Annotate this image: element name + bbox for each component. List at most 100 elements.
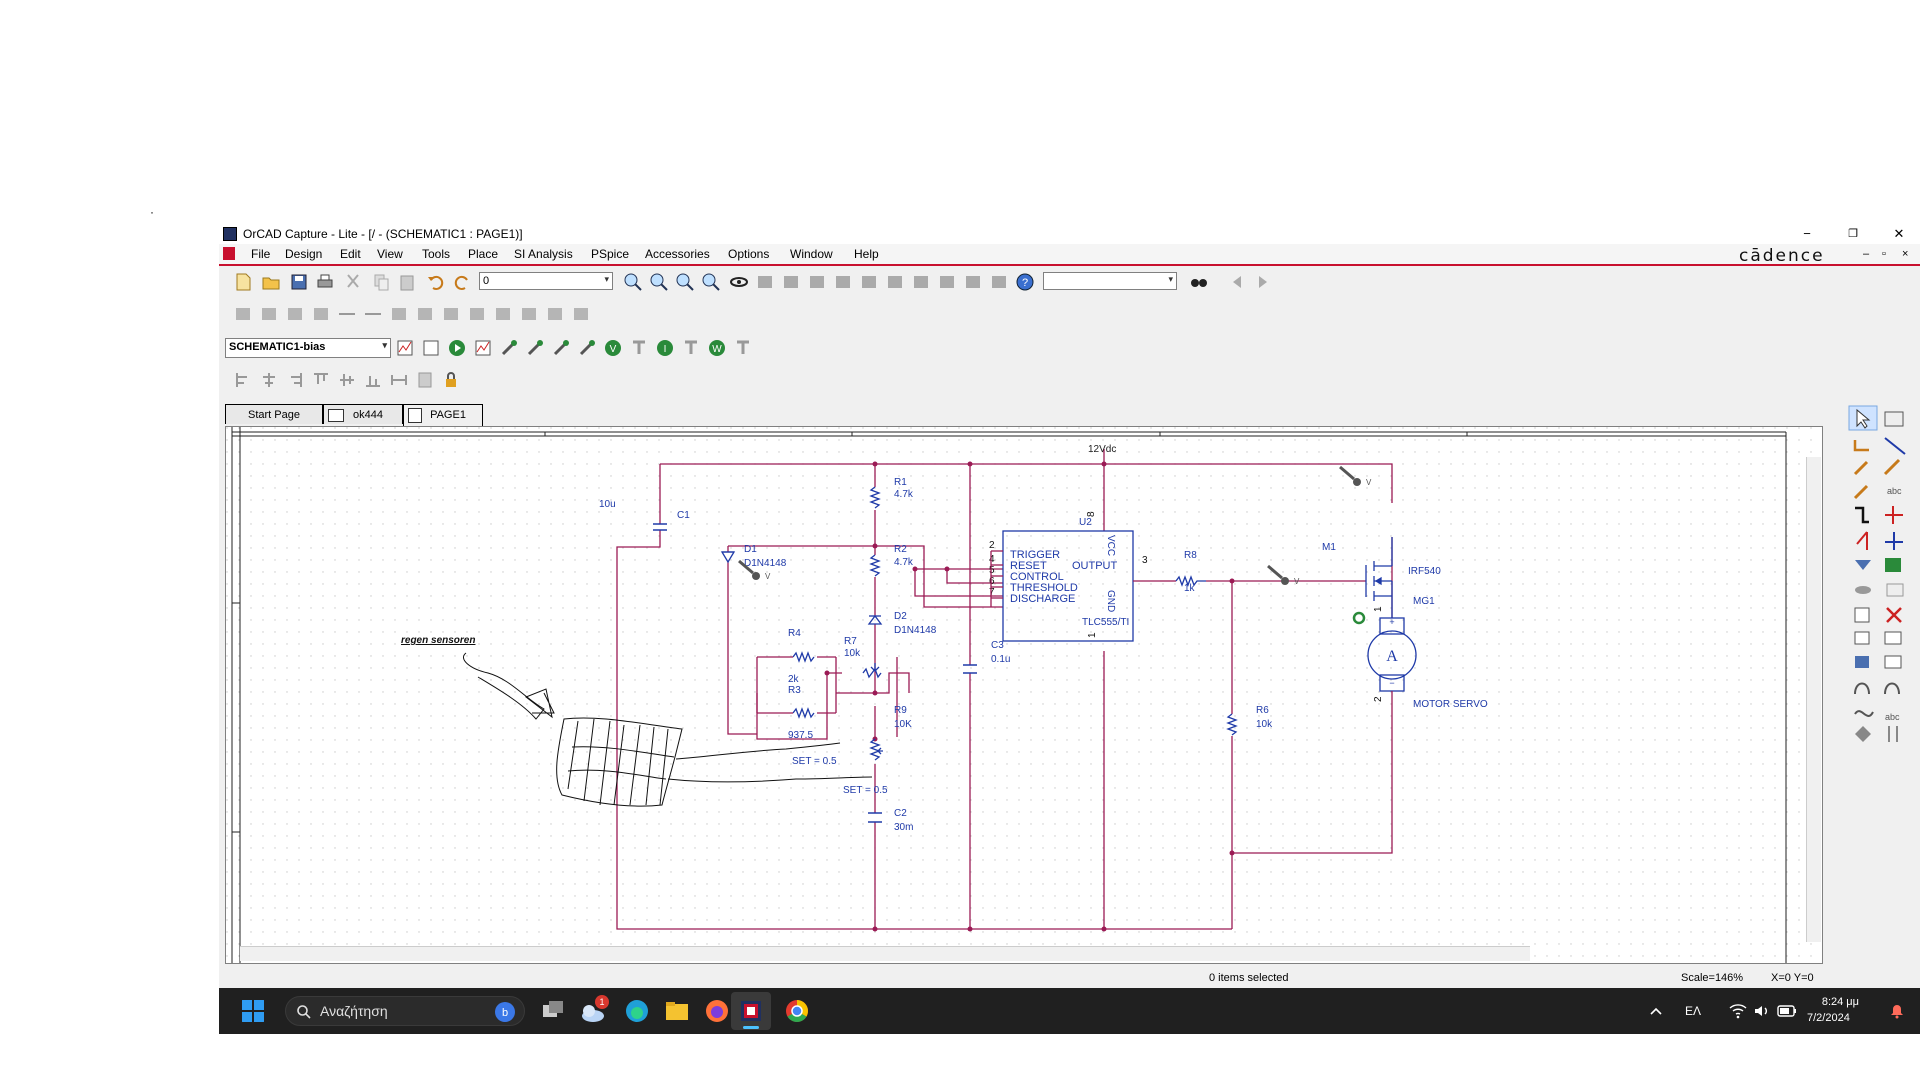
orcad-taskbar-button[interactable] <box>731 992 771 1030</box>
bias-current-icon[interactable]: I <box>655 338 675 358</box>
place-pin-array-icon[interactable] <box>1888 726 1898 742</box>
menu-place[interactable]: Place <box>468 247 498 261</box>
distribute-icon[interactable] <box>389 370 409 390</box>
place-polyline-icon[interactable] <box>1884 631 1902 645</box>
schematic-canvas[interactable]: 12Vdc 10u C1 R1 4.7k R2 4.7k D1 D1N4148 <box>225 426 1823 964</box>
zoom-in-icon[interactable] <box>623 272 643 292</box>
voltage-marker-icon[interactable] <box>499 338 519 358</box>
volume-icon[interactable] <box>1753 1003 1771 1019</box>
place-rectangle-icon[interactable] <box>1855 656 1869 668</box>
place-bus-entry-icon[interactable] <box>1853 484 1869 500</box>
current-marker-icon[interactable] <box>551 338 571 358</box>
mdi-close-button[interactable]: × <box>1902 248 1908 260</box>
toolbar-row2-icon-9[interactable] <box>441 304 461 324</box>
align-left-icon[interactable] <box>233 370 253 390</box>
place-arc-icon[interactable] <box>1854 682 1870 695</box>
language-indicator[interactable]: ΕΛ <box>1685 1004 1701 1018</box>
toolbar-row2-icon-14[interactable] <box>571 304 591 324</box>
place-text-icon[interactable]: abc <box>1887 486 1902 496</box>
bias-current-toggle-icon[interactable] <box>681 338 701 358</box>
zoom-all-icon[interactable] <box>701 272 721 292</box>
horizontal-scrollbar[interactable] <box>240 946 1530 961</box>
open-folder-icon[interactable] <box>261 272 281 292</box>
wifi-icon[interactable] <box>1729 1003 1747 1019</box>
toolbar-row2-icon-2[interactable] <box>259 304 279 324</box>
netlist-icon[interactable] <box>833 272 853 292</box>
back-annotate-icon[interactable] <box>807 272 827 292</box>
place-line-icon[interactable] <box>1854 631 1870 645</box>
menu-help[interactable]: Help <box>854 247 879 261</box>
bom-icon[interactable] <box>885 272 905 292</box>
align-top-icon[interactable] <box>311 370 331 390</box>
menu-pspice[interactable]: PSpice <box>591 247 629 261</box>
annotate-icon[interactable] <box>781 272 801 292</box>
place-hier-pin-icon[interactable] <box>1855 586 1871 594</box>
paste-icon[interactable] <box>397 272 417 292</box>
mdi-restore-button[interactable]: ▫ <box>1882 248 1886 260</box>
place-no-connect-icon[interactable] <box>1886 583 1904 597</box>
bing-icon[interactable]: b <box>494 1001 516 1023</box>
run-pspice-icon[interactable] <box>447 338 467 358</box>
find-combo[interactable]: ▾ <box>1043 272 1177 290</box>
redo-icon[interactable] <box>453 272 473 292</box>
cut-icon[interactable] <box>343 272 363 292</box>
cross-ref-icon[interactable] <box>859 272 879 292</box>
edge-icon[interactable] <box>625 999 649 1023</box>
menu-view[interactable]: View <box>377 247 403 261</box>
power-marker-icon[interactable] <box>577 338 597 358</box>
task-view-icon[interactable] <box>541 999 565 1023</box>
copy-icon[interactable] <box>371 272 391 292</box>
toolbar-row2-icon-11[interactable] <box>493 304 513 324</box>
place-elliptical-arc-icon[interactable] <box>1884 682 1900 695</box>
place-no-erc-icon[interactable] <box>1886 607 1902 623</box>
new-file-icon[interactable] <box>233 272 253 292</box>
place-ground-icon[interactable] <box>1856 531 1868 550</box>
part-combo[interactable]: 0 ▾ <box>479 272 613 290</box>
hierarchy-icon[interactable] <box>989 272 1009 292</box>
tab-ok444[interactable]: ok444 <box>323 404 403 424</box>
menu-file[interactable]: File <box>251 247 270 261</box>
taskbar-search[interactable]: Αναζήτηση b <box>285 996 525 1026</box>
vertical-scrollbar[interactable] <box>1806 457 1821 942</box>
clock-time[interactable]: 8:24 μμ <box>1819 996 1859 1008</box>
place-port-icon[interactable] <box>1855 506 1869 524</box>
mdi-minimize-button[interactable]: – <box>1863 248 1869 260</box>
firefox-icon[interactable] <box>705 999 729 1023</box>
notification-bell-icon[interactable] <box>1889 1003 1905 1019</box>
align-center-icon[interactable] <box>259 370 279 390</box>
align-middle-icon[interactable] <box>337 370 357 390</box>
toolbar-row2-icon-6[interactable] <box>363 304 383 324</box>
place-bus-icon[interactable] <box>1853 460 1869 476</box>
menu-window[interactable]: Window <box>790 247 833 261</box>
toolbar-row2-icon-12[interactable] <box>519 304 539 324</box>
bias-power-toggle-icon[interactable] <box>733 338 753 358</box>
menu-si-analysis[interactable]: SI Analysis <box>514 247 573 261</box>
print-icon[interactable] <box>315 272 335 292</box>
place-bezier-icon[interactable] <box>1854 710 1874 717</box>
distribute-vertical-icon[interactable] <box>415 370 435 390</box>
toolbar-row2-icon-1[interactable] <box>233 304 253 324</box>
menu-accessories[interactable]: Accessories <box>645 247 710 261</box>
chevron-up-icon[interactable] <box>1649 1004 1663 1018</box>
menu-options[interactable]: Options <box>728 247 769 261</box>
toolbar-row2-icon-3[interactable] <box>285 304 305 324</box>
area-select-icon[interactable] <box>937 272 957 292</box>
new-profile-icon[interactable] <box>395 338 415 358</box>
toolbar-row2-icon-13[interactable] <box>545 304 565 324</box>
document-icon[interactable] <box>223 247 235 260</box>
menu-tools[interactable]: Tools <box>422 247 450 261</box>
forward-icon[interactable] <box>1253 272 1273 292</box>
simulation-profile-combo[interactable]: SCHEMATIC1-bias ▾ <box>225 338 391 358</box>
toolbar-row2-icon-5[interactable] <box>337 304 357 324</box>
edit-profile-icon[interactable] <box>421 338 441 358</box>
back-icon[interactable] <box>1227 272 1247 292</box>
drc-icon[interactable] <box>755 272 775 292</box>
bias-power-icon[interactable]: W <box>707 338 727 358</box>
chrome-icon[interactable] <box>785 999 809 1023</box>
maximize-button[interactable]: ❐ <box>1830 224 1876 244</box>
align-bottom-icon[interactable] <box>363 370 383 390</box>
close-button[interactable]: ✕ <box>1876 224 1920 244</box>
lock-icon[interactable] <box>441 370 461 390</box>
menu-edit[interactable]: Edit <box>340 247 361 261</box>
tab-start-page[interactable]: Start Page <box>225 404 323 424</box>
